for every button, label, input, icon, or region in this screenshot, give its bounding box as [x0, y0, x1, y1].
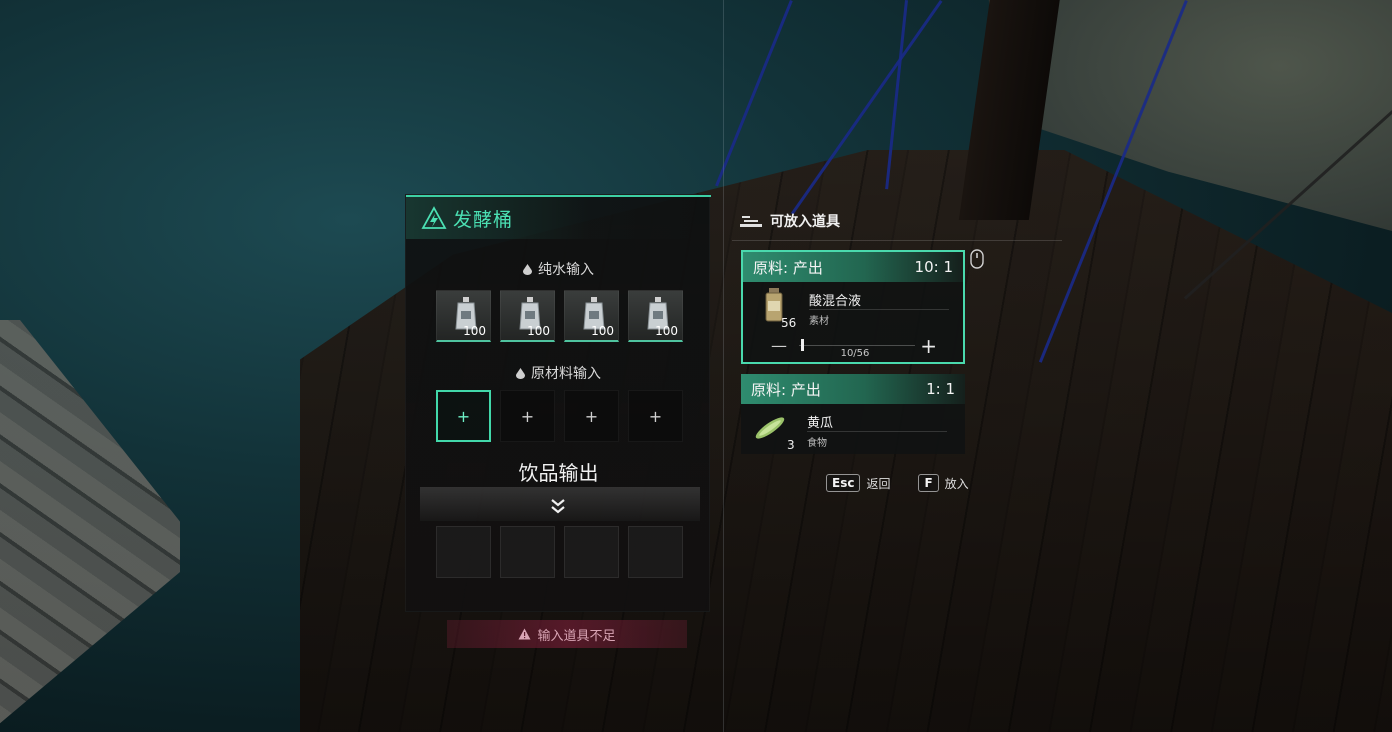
material-slot-add[interactable]: + — [628, 390, 683, 442]
recipe-head-label: 原料: 产出 — [753, 258, 823, 277]
water-slot[interactable]: 100 — [628, 290, 683, 342]
material-slot-row: + + + + — [436, 390, 683, 442]
output-slot[interactable] — [436, 526, 491, 578]
material-slot-add[interactable]: + — [500, 390, 555, 442]
item-count: 56 — [781, 316, 797, 330]
material-slot-add[interactable]: + — [564, 390, 619, 442]
back-label: 返回 — [866, 476, 891, 491]
output-slot[interactable] — [500, 526, 555, 578]
fermentation-panel: 发酵桶 纯水输入 100 100 100 100 原材料输入 + + + + 饮… — [405, 194, 711, 612]
f-key[interactable]: F — [918, 474, 939, 492]
panel-header: 发酵桶 — [406, 195, 711, 239]
output-slot[interactable] — [564, 526, 619, 578]
water-slot[interactable]: 100 — [500, 290, 555, 342]
cucumber-icon — [755, 417, 785, 439]
item-name: 酸混合液 — [809, 294, 862, 309]
insufficient-input-warning: 输入道具不足 — [447, 620, 687, 648]
recipe-head-label: 原料: 产出 — [751, 380, 821, 399]
recipe-ratio: 10: 1 — [914, 258, 953, 276]
water-slot[interactable]: 100 — [436, 290, 491, 342]
item-category: 素材 — [809, 316, 829, 327]
power-warning-icon — [421, 206, 447, 230]
water-drop-icon — [516, 367, 525, 379]
item-name: 黄瓜 — [807, 416, 834, 431]
water-slot[interactable]: 100 — [564, 290, 619, 342]
output-slot-row — [436, 526, 683, 578]
water-slot-row: 100 100 100 100 — [436, 290, 683, 342]
recipe-item: 56 酸混合液 素材 — [743, 282, 963, 332]
increase-button[interactable]: + — [920, 334, 937, 358]
placeable-items-header: 可放入道具 — [740, 208, 840, 234]
recipe-card-cucumber[interactable]: 原料: 产出 1: 1 3 黄瓜 食物 — [741, 374, 965, 454]
water-input-label: 纯水输入 — [406, 259, 711, 279]
stack-items-icon — [740, 216, 762, 227]
output-slot[interactable] — [628, 526, 683, 578]
warning-text: 输入道具不足 — [537, 628, 616, 644]
double-chevron-down-icon — [551, 499, 565, 514]
recipe-item: 3 黄瓜 食物 — [741, 404, 965, 454]
material-input-label: 原材料输入 — [406, 363, 711, 383]
recipe-card-sour-mix[interactable]: 原料: 产出 10: 1 56 酸混合液 素材 — 10/56 + — [741, 250, 965, 364]
recipe-header: 原料: 产出 10: 1 — [743, 252, 963, 282]
drink-output-title: 饮品输出 — [518, 461, 599, 485]
quantity-stepper[interactable]: — 10/56 + — [743, 332, 963, 362]
screen-divider — [723, 0, 724, 732]
quantity-slider-track[interactable] — [799, 345, 915, 346]
key-hints: Esc 返回 F 放入 — [826, 474, 969, 492]
item-count: 3 — [787, 438, 795, 452]
esc-key[interactable]: Esc — [826, 474, 861, 492]
recipe-ratio: 1: 1 — [926, 380, 955, 398]
material-slot-add[interactable]: + — [436, 390, 491, 442]
place-label: 放入 — [944, 476, 969, 491]
header-divider — [732, 240, 1062, 241]
water-drop-icon — [523, 263, 532, 275]
warning-triangle-icon — [518, 628, 531, 640]
recipe-header: 原料: 产出 1: 1 — [741, 374, 965, 404]
mouse-scroll-icon — [970, 249, 984, 269]
item-category: 食物 — [807, 438, 827, 449]
panel-title: 发酵桶 — [453, 208, 514, 231]
placeable-items-title: 可放入道具 — [770, 214, 840, 230]
